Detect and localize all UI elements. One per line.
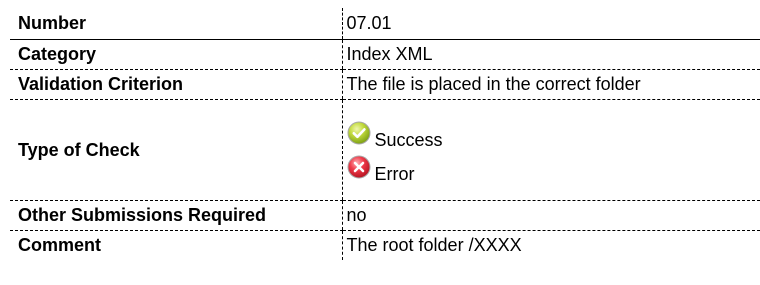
type-of-check-value: Success Error <box>341 99 760 201</box>
table-row-comment: Comment The root folder /XXXX <box>10 230 760 260</box>
success-check-icon <box>347 121 371 145</box>
check-details-table: Number 07.01 Category Index XML Validati… <box>10 8 760 260</box>
table-row-category: Category Index XML <box>10 39 760 70</box>
check-item-error: Error <box>347 155 760 184</box>
table-row-number: Number 07.01 <box>10 8 760 40</box>
table-row-validation-criterion: Validation Criterion The file is placed … <box>10 69 760 100</box>
type-of-check-label: Type of Check <box>10 99 342 201</box>
error-label: Error <box>374 163 415 184</box>
other-submissions-value: no <box>341 200 760 231</box>
number-value: 07.01 <box>341 8 760 40</box>
validation-criterion-value: The file is placed in the correct folder <box>341 69 760 100</box>
check-item-success: Success <box>347 121 760 150</box>
table-row-type-of-check: Type of Check Success Error <box>10 99 760 201</box>
success-label: Success <box>374 129 443 150</box>
category-label: Category <box>10 39 342 70</box>
comment-label: Comment <box>18 235 102 256</box>
comment-value: The root folder /XXXX <box>341 230 760 260</box>
table-row-other-submissions: Other Submissions Required no <box>10 200 760 231</box>
other-submissions-label: Other Submissions Required <box>10 200 342 231</box>
validation-criterion-label: Validation Criterion <box>10 69 342 100</box>
category-value: Index XML <box>341 39 760 70</box>
number-label: Number <box>10 8 342 40</box>
error-x-icon <box>347 155 371 179</box>
